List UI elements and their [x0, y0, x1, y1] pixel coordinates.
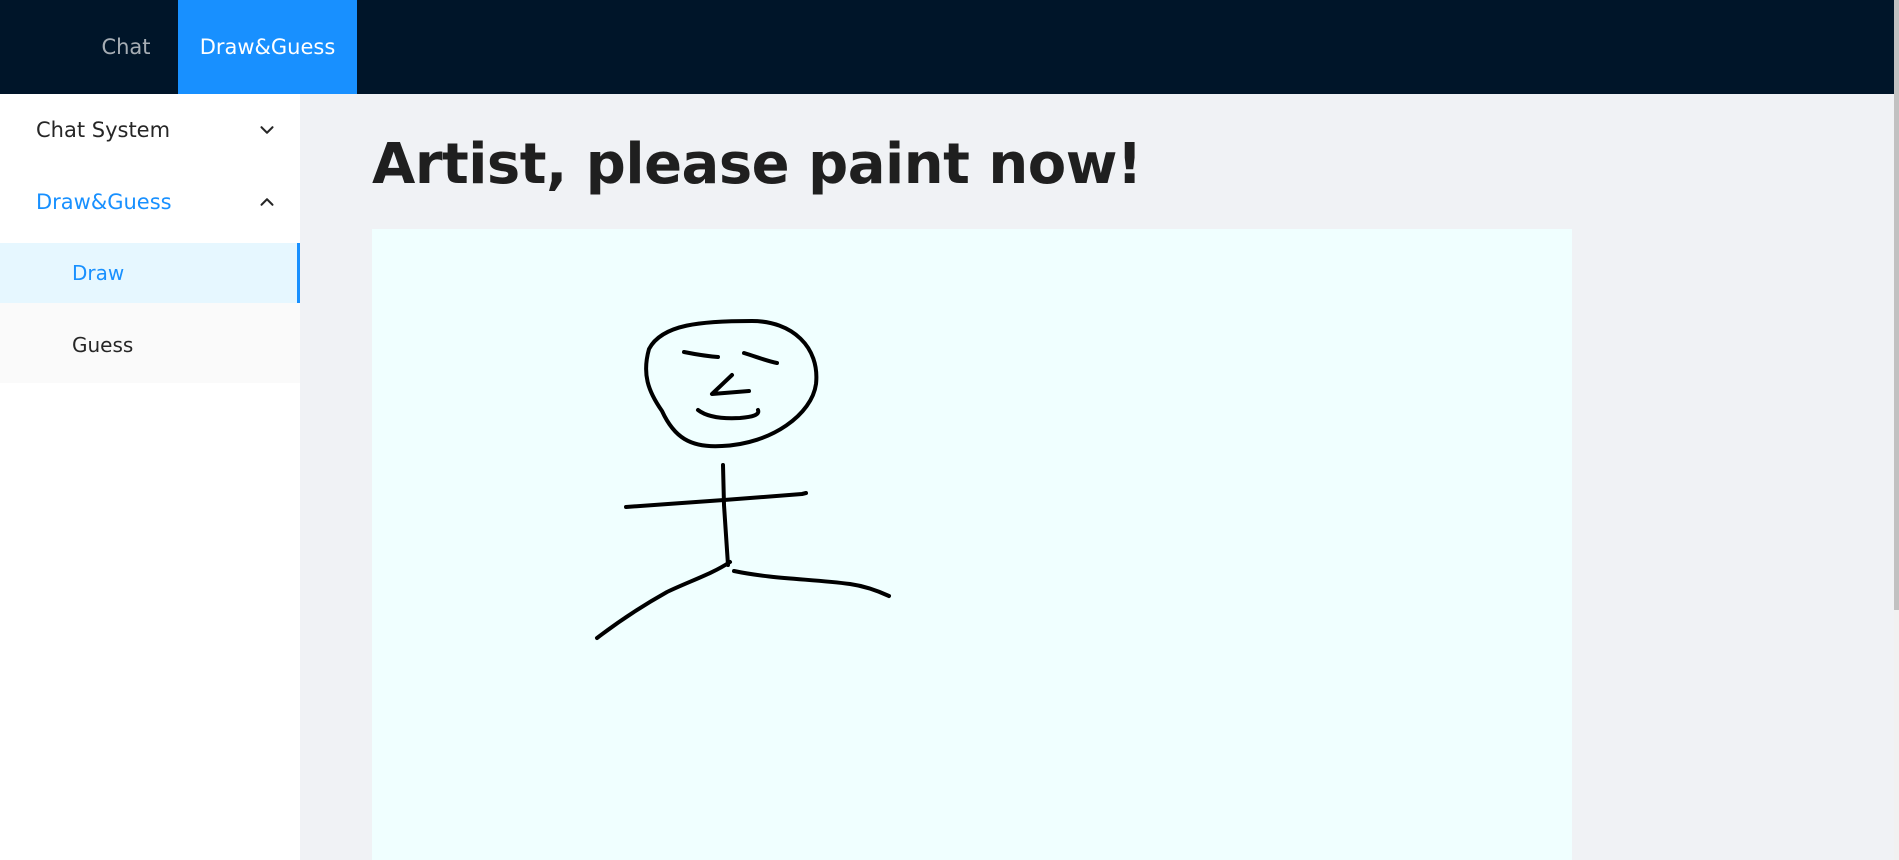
sidebar: Chat System Draw&Guess Draw Guess: [0, 94, 300, 860]
sidebar-submenu-draw-guess: Draw Guess: [0, 243, 300, 383]
tab-draw-guess[interactable]: Draw&Guess: [178, 0, 357, 94]
chevron-down-icon: [260, 126, 274, 134]
scrollbar-thumb[interactable]: [1894, 0, 1899, 610]
drawing-canvas[interactable]: [372, 229, 1572, 860]
sidebar-item-guess[interactable]: Guess: [0, 315, 300, 375]
sidebar-item-label: Guess: [72, 333, 134, 357]
sidebar-group-chat-system[interactable]: Chat System: [0, 94, 300, 166]
sidebar-group-label: Draw&Guess: [36, 190, 172, 214]
tab-chat[interactable]: Chat: [80, 0, 172, 94]
sidebar-group-draw-guess[interactable]: Draw&Guess: [0, 166, 300, 238]
stick-figure-drawing: [595, 319, 891, 640]
tab-draw-guess-label: Draw&Guess: [199, 35, 336, 59]
sidebar-item-draw[interactable]: Draw: [0, 243, 300, 303]
sidebar-item-label: Draw: [72, 261, 125, 285]
sidebar-group-label: Chat System: [36, 118, 171, 142]
top-nav-bar: Chat Draw&Guess: [0, 0, 1894, 94]
page-title: Artist, please paint now!: [372, 132, 1142, 197]
tab-chat-label: Chat: [101, 35, 151, 59]
chevron-up-icon: [260, 198, 274, 206]
